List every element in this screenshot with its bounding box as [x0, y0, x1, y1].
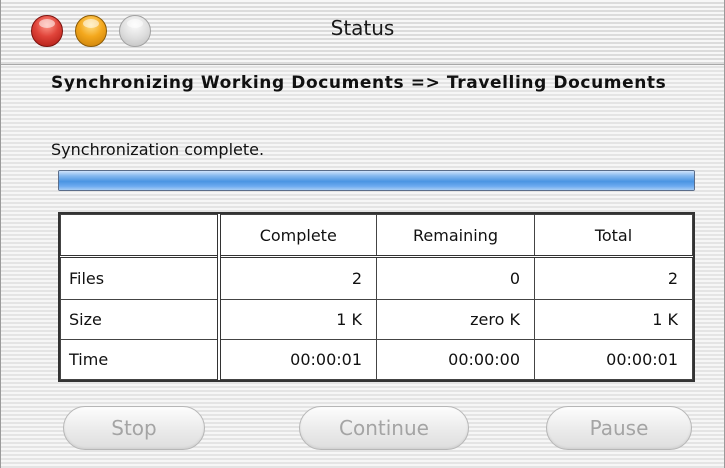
header-remaining: Remaining [376, 213, 535, 259]
header-corner [60, 213, 221, 259]
files-remaining: 0 [376, 256, 535, 300]
continue-button[interactable]: Continue [299, 406, 469, 450]
header-total: Total [534, 213, 693, 259]
progress-fill [59, 171, 694, 190]
table-row: Files 2 0 2 [60, 256, 693, 300]
time-complete: 00:00:01 [218, 338, 377, 381]
title-bar[interactable]: Status [1, 0, 724, 65]
pause-button[interactable]: Pause [546, 406, 692, 450]
stats-table: Complete Remaining Total Files 2 0 2 Siz… [58, 212, 695, 382]
row-label-files: Files [60, 256, 221, 300]
files-total: 2 [534, 256, 693, 300]
status-window: Status Synchronizing Working Documents =… [0, 0, 725, 468]
time-remaining: 00:00:00 [376, 338, 535, 381]
table-header-row: Complete Remaining Total [60, 213, 693, 259]
files-complete: 2 [218, 256, 377, 300]
size-remaining: zero K [376, 298, 535, 340]
header-complete: Complete [218, 213, 377, 259]
window-title: Status [330, 16, 395, 40]
table-row: Size 1 K zero K 1 K [60, 298, 693, 340]
sync-heading: Synchronizing Working Documents => Trave… [51, 73, 667, 93]
stop-button[interactable]: Stop [63, 406, 205, 450]
row-label-time: Time [60, 338, 221, 381]
status-message: Synchronization complete. [51, 140, 265, 159]
row-label-size: Size [60, 298, 221, 340]
table-row: Time 00:00:01 00:00:00 00:00:01 [60, 338, 693, 381]
time-total: 00:00:01 [534, 338, 693, 381]
size-total: 1 K [534, 298, 693, 340]
progress-bar [58, 170, 695, 191]
size-complete: 1 K [218, 298, 377, 340]
